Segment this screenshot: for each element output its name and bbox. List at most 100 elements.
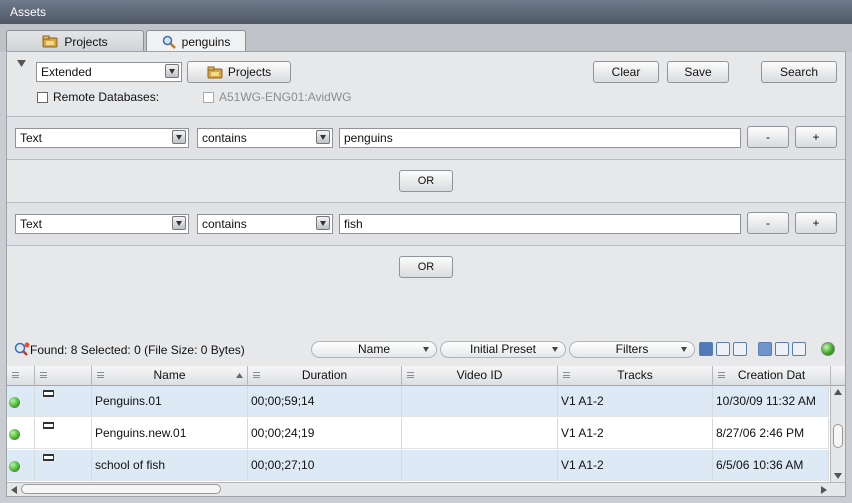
filters-dropdown[interactable]: Filters <box>569 341 695 358</box>
table-row[interactable]: school of fish 00;00;27;10 V1 A1-2 6/5/0… <box>7 450 829 481</box>
scroll-right-icon[interactable] <box>821 486 827 494</box>
preset-value: Initial Preset <box>469 342 537 356</box>
column-label: Tracks <box>617 368 653 382</box>
online-status-icon <box>9 429 20 440</box>
criterion-field-value: Text <box>20 217 43 231</box>
name-cell: Penguins.new.01 <box>92 418 248 449</box>
criterion-field-select[interactable]: Text <box>15 128 189 148</box>
film-clip-icon <box>43 454 54 461</box>
tracks-column-header[interactable]: Tracks <box>558 366 713 386</box>
save-button[interactable]: Save <box>667 61 729 83</box>
scroll-down-icon[interactable] <box>834 473 842 479</box>
remote-databases-checkbox[interactable] <box>37 92 48 103</box>
scroll-left-icon[interactable] <box>11 486 17 494</box>
clear-button[interactable]: Clear <box>593 61 659 83</box>
projects-button-label: Projects <box>227 65 272 79</box>
creation-date-cell: 6/5/06 10:36 AM <box>713 450 829 481</box>
column-menu-icon <box>12 372 19 378</box>
table-row[interactable]: Penguins.new.01 00;00;24;19 V1 A1-2 8/27… <box>7 418 829 449</box>
tab-penguins[interactable]: penguins <box>146 30 246 53</box>
search-results-icon <box>14 342 30 356</box>
video-id-column-header[interactable]: Video ID <box>402 366 558 386</box>
chevron-down-icon <box>423 347 429 352</box>
column-menu-icon <box>253 372 260 378</box>
video-id-cell <box>402 418 558 449</box>
film-clip-icon <box>43 390 54 397</box>
sort-ascending-icon <box>236 373 243 378</box>
projects-folder-icon <box>42 35 58 48</box>
results-summary: Found: 8 Selected: 0 (File Size: 0 Bytes… <box>30 343 245 357</box>
sort-by-dropdown[interactable]: Name <box>311 341 437 358</box>
horizontal-scrollbar[interactable] <box>7 482 845 496</box>
thumbnail-view-icon[interactable] <box>733 342 747 356</box>
column-menu-icon <box>40 372 47 378</box>
search-icon <box>162 35 176 49</box>
type-cell <box>35 386 92 417</box>
online-status-icon <box>9 397 20 408</box>
remove-criterion-button[interactable]: - <box>747 212 789 234</box>
remove-criterion-button[interactable]: - <box>747 126 789 148</box>
online-status-icon <box>9 461 20 472</box>
criterion-value-input[interactable]: fish <box>339 214 741 234</box>
criterion-operator-select[interactable]: contains <box>197 214 333 234</box>
assets-window: Assets Projects penguins Extended Projec… <box>0 0 852 503</box>
vertical-scrollbar[interactable] <box>830 386 845 482</box>
or-button[interactable]: OR <box>399 256 453 278</box>
type-cell <box>35 450 92 481</box>
list-view-icon[interactable] <box>699 342 713 356</box>
duration-column-header[interactable]: Duration <box>248 366 402 386</box>
criterion-value-input[interactable]: penguins <box>339 128 741 148</box>
small-frame-icon[interactable] <box>758 342 772 356</box>
chevron-down-icon <box>165 64 179 78</box>
tab-projects[interactable]: Projects <box>6 30 144 52</box>
detail-view-icon[interactable] <box>716 342 730 356</box>
duration-cell: 00;00;24;19 <box>248 418 402 449</box>
medium-frame-icon[interactable] <box>775 342 789 356</box>
duration-cell: 00;00;59;14 <box>248 386 402 417</box>
large-frame-icon[interactable] <box>792 342 806 356</box>
video-id-cell <box>402 386 558 417</box>
criterion-operator-value: contains <box>202 131 247 145</box>
add-criterion-button[interactable]: + <box>795 126 837 148</box>
chevron-down-icon <box>552 347 558 352</box>
tab-projects-label: Projects <box>64 34 108 49</box>
mode-select[interactable]: Extended <box>36 62 182 82</box>
horizontal-scroll-thumb[interactable] <box>21 484 221 494</box>
chevron-down-icon <box>172 216 186 230</box>
online-status-cell <box>7 386 35 417</box>
scroll-up-icon[interactable] <box>834 389 842 395</box>
remote-db-checkbox[interactable] <box>203 92 214 103</box>
tab-penguins-label: penguins <box>181 35 231 49</box>
online-status-cell <box>7 418 35 449</box>
or-button[interactable]: OR <box>399 170 453 192</box>
status-column-header[interactable] <box>7 366 35 386</box>
projects-folder-icon <box>207 66 223 78</box>
tracks-cell: V1 A1-2 <box>558 450 713 481</box>
column-label: Duration <box>301 368 348 382</box>
tracks-cell: V1 A1-2 <box>558 386 713 417</box>
preset-dropdown[interactable]: Initial Preset <box>440 341 566 358</box>
name-column-header[interactable]: Name <box>92 366 248 386</box>
film-clip-icon <box>43 422 54 429</box>
table-row[interactable]: Penguins.01 00;00;59;14 V1 A1-2 10/30/09… <box>7 386 829 417</box>
search-button[interactable]: Search <box>761 61 837 83</box>
name-cell: Penguins.01 <box>92 386 248 417</box>
creation-date-cell: 10/30/09 11:32 AM <box>713 386 829 417</box>
projects-button[interactable]: Projects <box>187 61 291 83</box>
type-column-header[interactable] <box>35 366 92 386</box>
column-menu-icon <box>718 372 725 378</box>
add-criterion-button[interactable]: + <box>795 212 837 234</box>
criterion-field-select[interactable]: Text <box>15 214 189 234</box>
criterion-row-1: Text contains penguins - + <box>7 116 845 160</box>
chevron-down-icon <box>316 216 330 230</box>
tab-bar: Projects penguins <box>0 24 852 53</box>
vertical-scroll-thumb[interactable] <box>833 424 843 448</box>
criterion-field-value: Text <box>20 131 43 145</box>
creation-date-column-header[interactable]: Creation Dat <box>713 366 831 386</box>
criterion-operator-select[interactable]: contains <box>197 128 333 148</box>
remote-databases-label: Remote Databases: <box>53 90 160 104</box>
status-indicator-icon <box>821 342 835 356</box>
column-label: Creation Dat <box>737 368 806 382</box>
collapse-triangle-icon[interactable] <box>17 60 26 68</box>
remote-db-label: A51WG-ENG01:AvidWG <box>219 90 352 104</box>
